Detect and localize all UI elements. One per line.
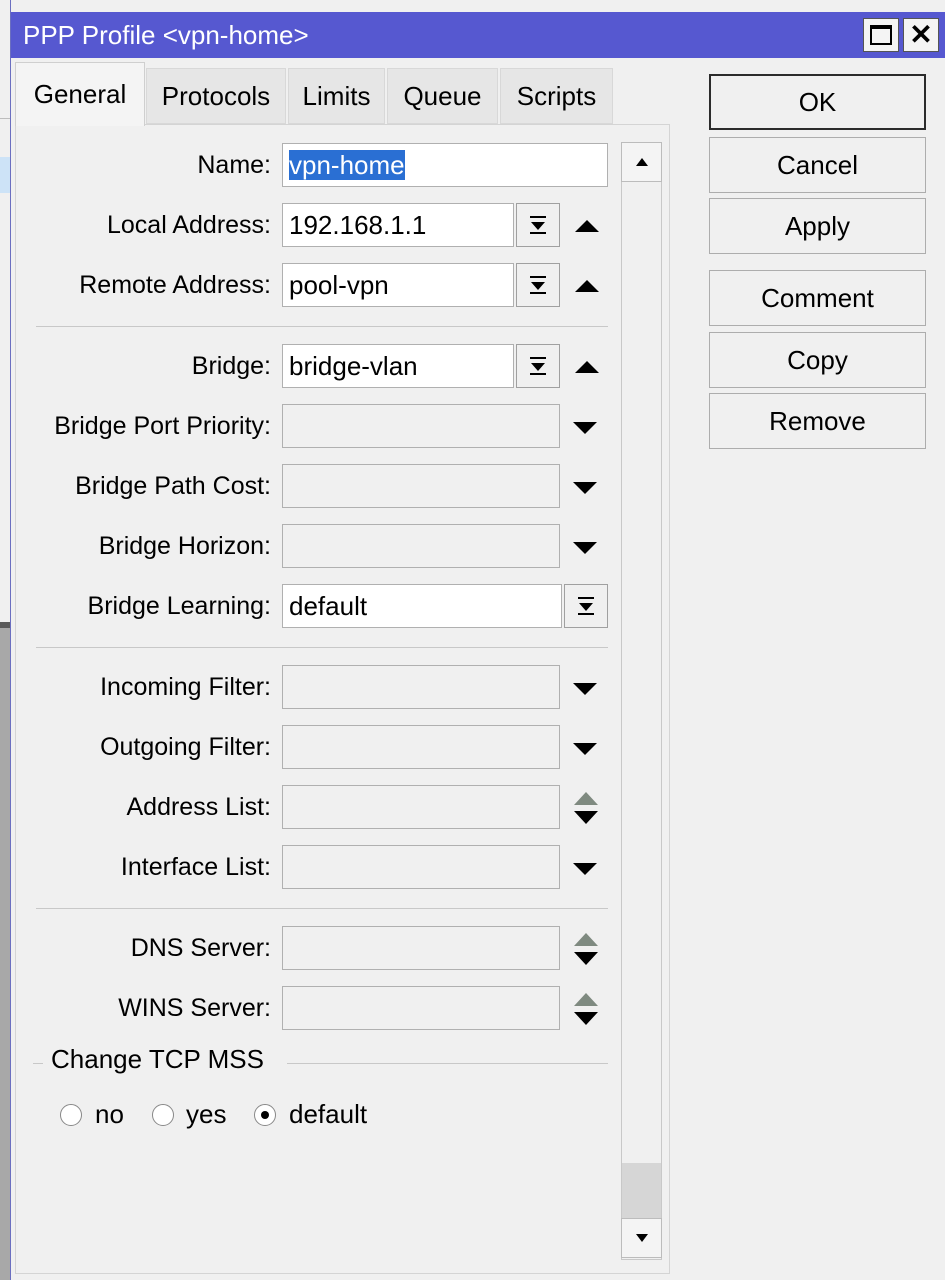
outgoing-filter-input[interactable] [282, 725, 560, 769]
radio-selected-dot [261, 1111, 269, 1119]
apply-button[interactable]: Apply [709, 198, 926, 254]
bridge-path-cost-label: Bridge Path Cost: [75, 472, 271, 500]
arrow-up-icon [635, 158, 648, 166]
expand-down-icon[interactable] [572, 739, 598, 759]
incoming-filter-input[interactable] [282, 665, 560, 709]
close-icon: ✕ [909, 19, 933, 50]
bridge-learning-dropdown-button[interactable] [564, 584, 608, 628]
expand-down-icon[interactable] [572, 859, 598, 879]
dropdown-arrow-icon [530, 276, 546, 294]
background-selected-row [0, 157, 10, 193]
radio-no[interactable] [60, 1104, 82, 1126]
radio-yes-label: yes [186, 1099, 227, 1129]
address-list-label: Address List: [126, 793, 271, 821]
add-remove-updown-icon[interactable] [572, 790, 600, 826]
cancel-button[interactable]: Cancel [709, 137, 926, 193]
bridge-learning-select[interactable]: default [282, 584, 562, 628]
scroll-down-button[interactable] [621, 1218, 662, 1258]
dropdown-arrow-icon [530, 216, 546, 234]
name-value: vpn-home [289, 150, 405, 180]
tab-general[interactable]: General [15, 62, 145, 126]
group-border [287, 1063, 608, 1064]
maximize-icon [870, 25, 892, 45]
local-address-input[interactable]: 192.168.1.1 [282, 203, 514, 247]
title-bar[interactable]: PPP Profile <vpn-home> ✕ [11, 12, 945, 58]
dropdown-arrow-icon [578, 597, 594, 615]
tab-limits[interactable]: Limits [288, 68, 385, 124]
collapse-up-icon[interactable] [574, 276, 600, 296]
scroll-up-button[interactable] [621, 142, 662, 182]
section-divider [36, 326, 608, 327]
name-input[interactable]: vpn-home [282, 143, 608, 187]
expand-down-icon[interactable] [572, 538, 598, 558]
outgoing-filter-label: Outgoing Filter: [100, 733, 271, 761]
add-remove-updown-icon[interactable] [572, 991, 600, 1027]
bridge-learning-label: Bridge Learning: [87, 592, 271, 620]
bridge-path-cost-input[interactable] [282, 464, 560, 508]
vertical-scrollbar[interactable] [621, 142, 662, 1260]
remote-address-dropdown-button[interactable] [516, 263, 560, 307]
expand-down-icon[interactable] [572, 418, 598, 438]
collapse-up-icon[interactable] [574, 357, 600, 377]
dropdown-arrow-icon [530, 357, 546, 375]
group-border [33, 1063, 43, 1064]
interface-list-input[interactable] [282, 845, 560, 889]
section-divider [36, 908, 608, 909]
expand-down-icon[interactable] [572, 679, 598, 699]
remote-address-input[interactable]: pool-vpn [282, 263, 514, 307]
radio-default[interactable] [254, 1104, 276, 1126]
bridge-port-priority-label: Bridge Port Priority: [54, 412, 271, 440]
comment-button[interactable]: Comment [709, 270, 926, 326]
tab-protocols[interactable]: Protocols [146, 68, 286, 124]
bridge-input[interactable]: bridge-vlan [282, 344, 514, 388]
ok-button[interactable]: OK [709, 74, 926, 130]
address-list-input[interactable] [282, 785, 560, 829]
dns-server-label: DNS Server: [130, 934, 271, 962]
scrollbar-thumb[interactable] [622, 1163, 661, 1218]
dns-server-input[interactable] [282, 926, 560, 970]
remove-button[interactable]: Remove [709, 393, 926, 449]
tab-scripts[interactable]: Scripts [500, 68, 613, 124]
local-address-label: Local Address: [107, 211, 271, 239]
radio-no-label: no [95, 1099, 124, 1129]
bridge-label: Bridge: [191, 352, 271, 380]
section-divider [36, 647, 608, 648]
bridge-horizon-input[interactable] [282, 524, 560, 568]
name-label: Name: [197, 151, 271, 179]
wins-server-label: WINS Server: [118, 994, 271, 1022]
remote-address-label: Remote Address: [79, 271, 271, 299]
bridge-dropdown-button[interactable] [516, 344, 560, 388]
local-address-dropdown-button[interactable] [516, 203, 560, 247]
close-button[interactable]: ✕ [903, 18, 939, 52]
maximize-button[interactable] [863, 18, 899, 52]
radio-yes[interactable] [152, 1104, 174, 1126]
bridge-horizon-label: Bridge Horizon: [98, 532, 271, 560]
add-remove-updown-icon[interactable] [572, 931, 600, 967]
wins-server-input[interactable] [282, 986, 560, 1030]
expand-down-icon[interactable] [572, 478, 598, 498]
interface-list-label: Interface List: [120, 853, 271, 881]
arrow-down-icon [635, 1234, 648, 1242]
copy-button[interactable]: Copy [709, 332, 926, 388]
radio-default-label: default [289, 1099, 368, 1129]
collapse-up-icon[interactable] [574, 216, 600, 236]
bridge-port-priority-input[interactable] [282, 404, 560, 448]
tab-queue[interactable]: Queue [387, 68, 498, 124]
incoming-filter-label: Incoming Filter: [100, 673, 271, 701]
change-tcp-mss-label: Change TCP MSS [51, 1044, 264, 1074]
window-title: PPP Profile <vpn-home> [23, 20, 309, 50]
